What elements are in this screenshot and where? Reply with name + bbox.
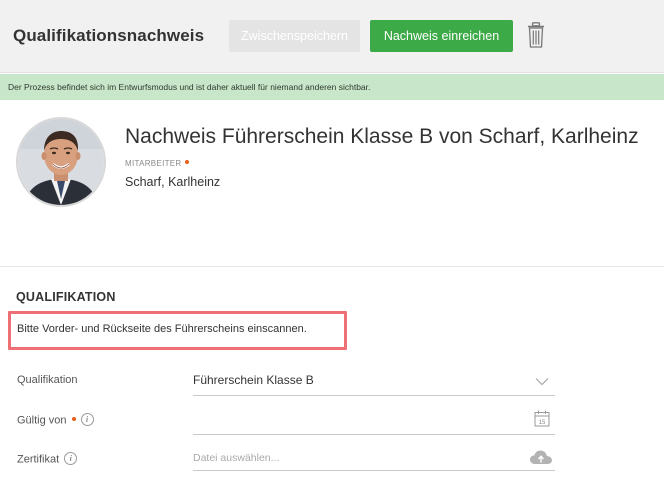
calendar-icon[interactable]: 15	[534, 410, 550, 427]
calendar-day-text: 15	[539, 420, 546, 426]
trash-icon[interactable]	[527, 22, 545, 48]
banner-text: Der Prozess befindet sich im Entwurfsmod…	[8, 82, 371, 92]
avatar	[16, 117, 106, 207]
certificate-label-text: Zertifikat	[17, 453, 60, 466]
certificate-file-input[interactable]: Datei auswählen...	[193, 452, 279, 464]
process-header: Nachweis Führerschein Klasse B von Schar…	[0, 100, 664, 267]
save-draft-button[interactable]: Zwischenspeichern	[229, 20, 360, 52]
process-title: Nachweis Führerschein Klasse B von Schar…	[125, 125, 639, 148]
chevron-down-icon[interactable]	[535, 377, 549, 386]
info-icon[interactable]: i	[64, 452, 78, 465]
valid-from-underline	[193, 434, 555, 435]
qualification-label: Qualifikation	[17, 374, 78, 386]
qualification-underline	[193, 395, 555, 396]
employee-name[interactable]: Scharf, Karlheinz	[125, 175, 220, 189]
employee-label-text: MITARBEITER	[125, 159, 182, 168]
draft-mode-banner: Der Prozess befindet sich im Entwurfsmod…	[0, 74, 664, 100]
header-bar: Qualifikationsnachweis Zwischenspeichern…	[0, 0, 664, 73]
certificate-label: Zertifikat i	[17, 452, 78, 466]
required-indicator	[71, 416, 76, 421]
qualification-select[interactable]: Führerschein Klasse B	[193, 373, 314, 387]
valid-from-label: Gültig von i	[17, 413, 94, 427]
page-title: Qualifikationsnachweis	[13, 26, 205, 45]
employee-label: MITARBEITER	[125, 159, 189, 168]
submit-button[interactable]: Nachweis einreichen	[370, 20, 513, 52]
info-icon[interactable]: i	[80, 413, 94, 426]
valid-from-label-text: Gültig von	[17, 414, 67, 427]
instruction-text: Bitte Vorder- und Rückseite des Führersc…	[17, 323, 307, 335]
valid-from-input[interactable]	[193, 412, 523, 428]
certificate-underline	[193, 470, 555, 471]
section-title: QUALIFIKATION	[16, 290, 116, 304]
required-indicator	[184, 159, 189, 164]
cloud-upload-icon[interactable]	[529, 449, 553, 466]
